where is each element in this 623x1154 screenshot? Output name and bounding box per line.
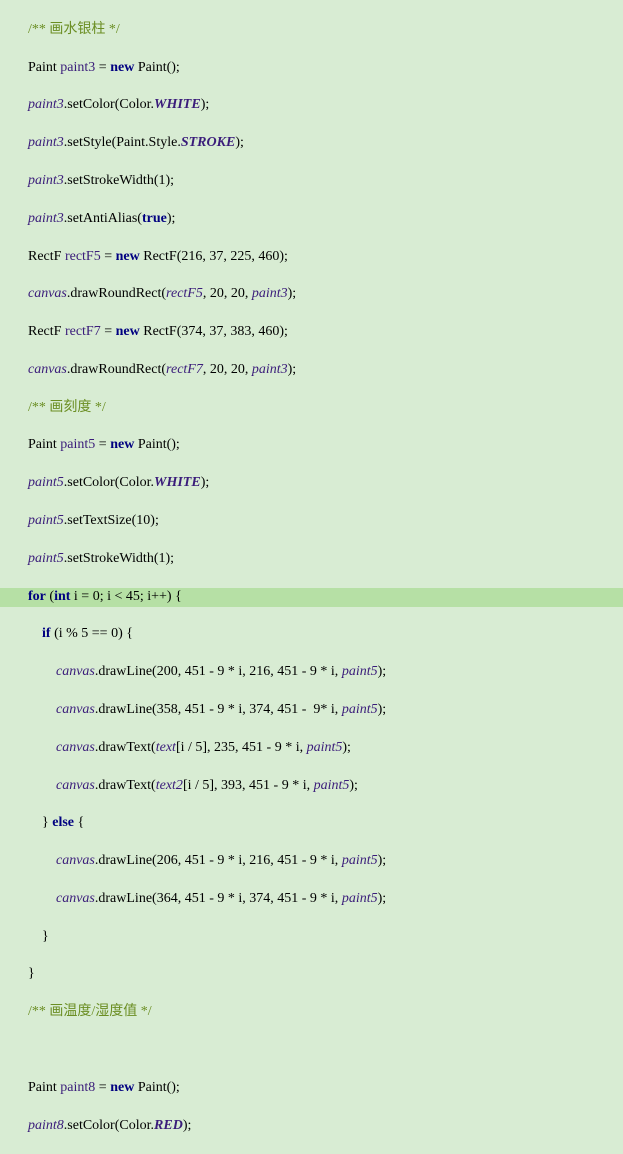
comment: /** 画刻度 */: [28, 400, 106, 415]
code-line: Paint paint3 = new Paint();: [28, 59, 623, 78]
code-line: Paint paint5 = new Paint();: [28, 436, 623, 455]
code-line: }: [28, 928, 623, 947]
code-line: if (i % 5 == 0) {: [28, 625, 623, 644]
code-line: paint5.setTextSize(10);: [28, 512, 623, 531]
code-line: canvas.drawLine(358, 451 - 9 * i, 374, 4…: [28, 701, 623, 720]
code-line: paint5.setColor(Color.WHITE);: [28, 474, 623, 493]
code-line: canvas.drawRoundRect(rectF5, 20, 20, pai…: [28, 285, 623, 304]
code-line: Paint paint8 = new Paint();: [28, 1079, 623, 1098]
code-line: canvas.drawLine(364, 451 - 9 * i, 374, 4…: [28, 890, 623, 909]
code-line: canvas.drawText(text[i / 5], 235, 451 - …: [28, 739, 623, 758]
code-line: canvas.drawText(text2[i / 5], 393, 451 -…: [28, 777, 623, 796]
code-line: /** 画刻度 */: [28, 399, 623, 418]
code-line: for (int i = 0; i < 45; i++) {: [0, 588, 623, 607]
code-line: paint5.setStrokeWidth(1);: [28, 550, 623, 569]
code-block: /** 画水银柱 */ Paint paint3 = new Paint(); …: [0, 0, 623, 1154]
code-line: paint8.setColor(Color.RED);: [28, 1117, 623, 1136]
code-line: } else {: [28, 814, 623, 833]
code-line: /** 画温度/湿度值 */: [28, 1003, 623, 1022]
code-line: }: [28, 965, 623, 984]
comment: /** 画温度/湿度值 */: [28, 1004, 152, 1019]
code-line: RectF rectF7 = new RectF(374, 37, 383, 4…: [28, 323, 623, 342]
code-line: canvas.drawRoundRect(rectF7, 20, 20, pai…: [28, 361, 623, 380]
code-line: RectF rectF5 = new RectF(216, 37, 225, 4…: [28, 248, 623, 267]
code-line: canvas.drawLine(206, 451 - 9 * i, 216, 4…: [28, 852, 623, 871]
code-line: canvas.drawLine(200, 451 - 9 * i, 216, 4…: [28, 663, 623, 682]
comment: /** 画水银柱 */: [28, 22, 120, 37]
code-line: paint3.setStrokeWidth(1);: [28, 172, 623, 191]
code-line: paint3.setColor(Color.WHITE);: [28, 96, 623, 115]
code-line: /** 画水银柱 */: [28, 21, 623, 40]
code-line: paint3.setStyle(Paint.Style.STROKE);: [28, 134, 623, 153]
code-line: paint3.setAntiAlias(true);: [28, 210, 623, 229]
code-line: [28, 1041, 623, 1060]
